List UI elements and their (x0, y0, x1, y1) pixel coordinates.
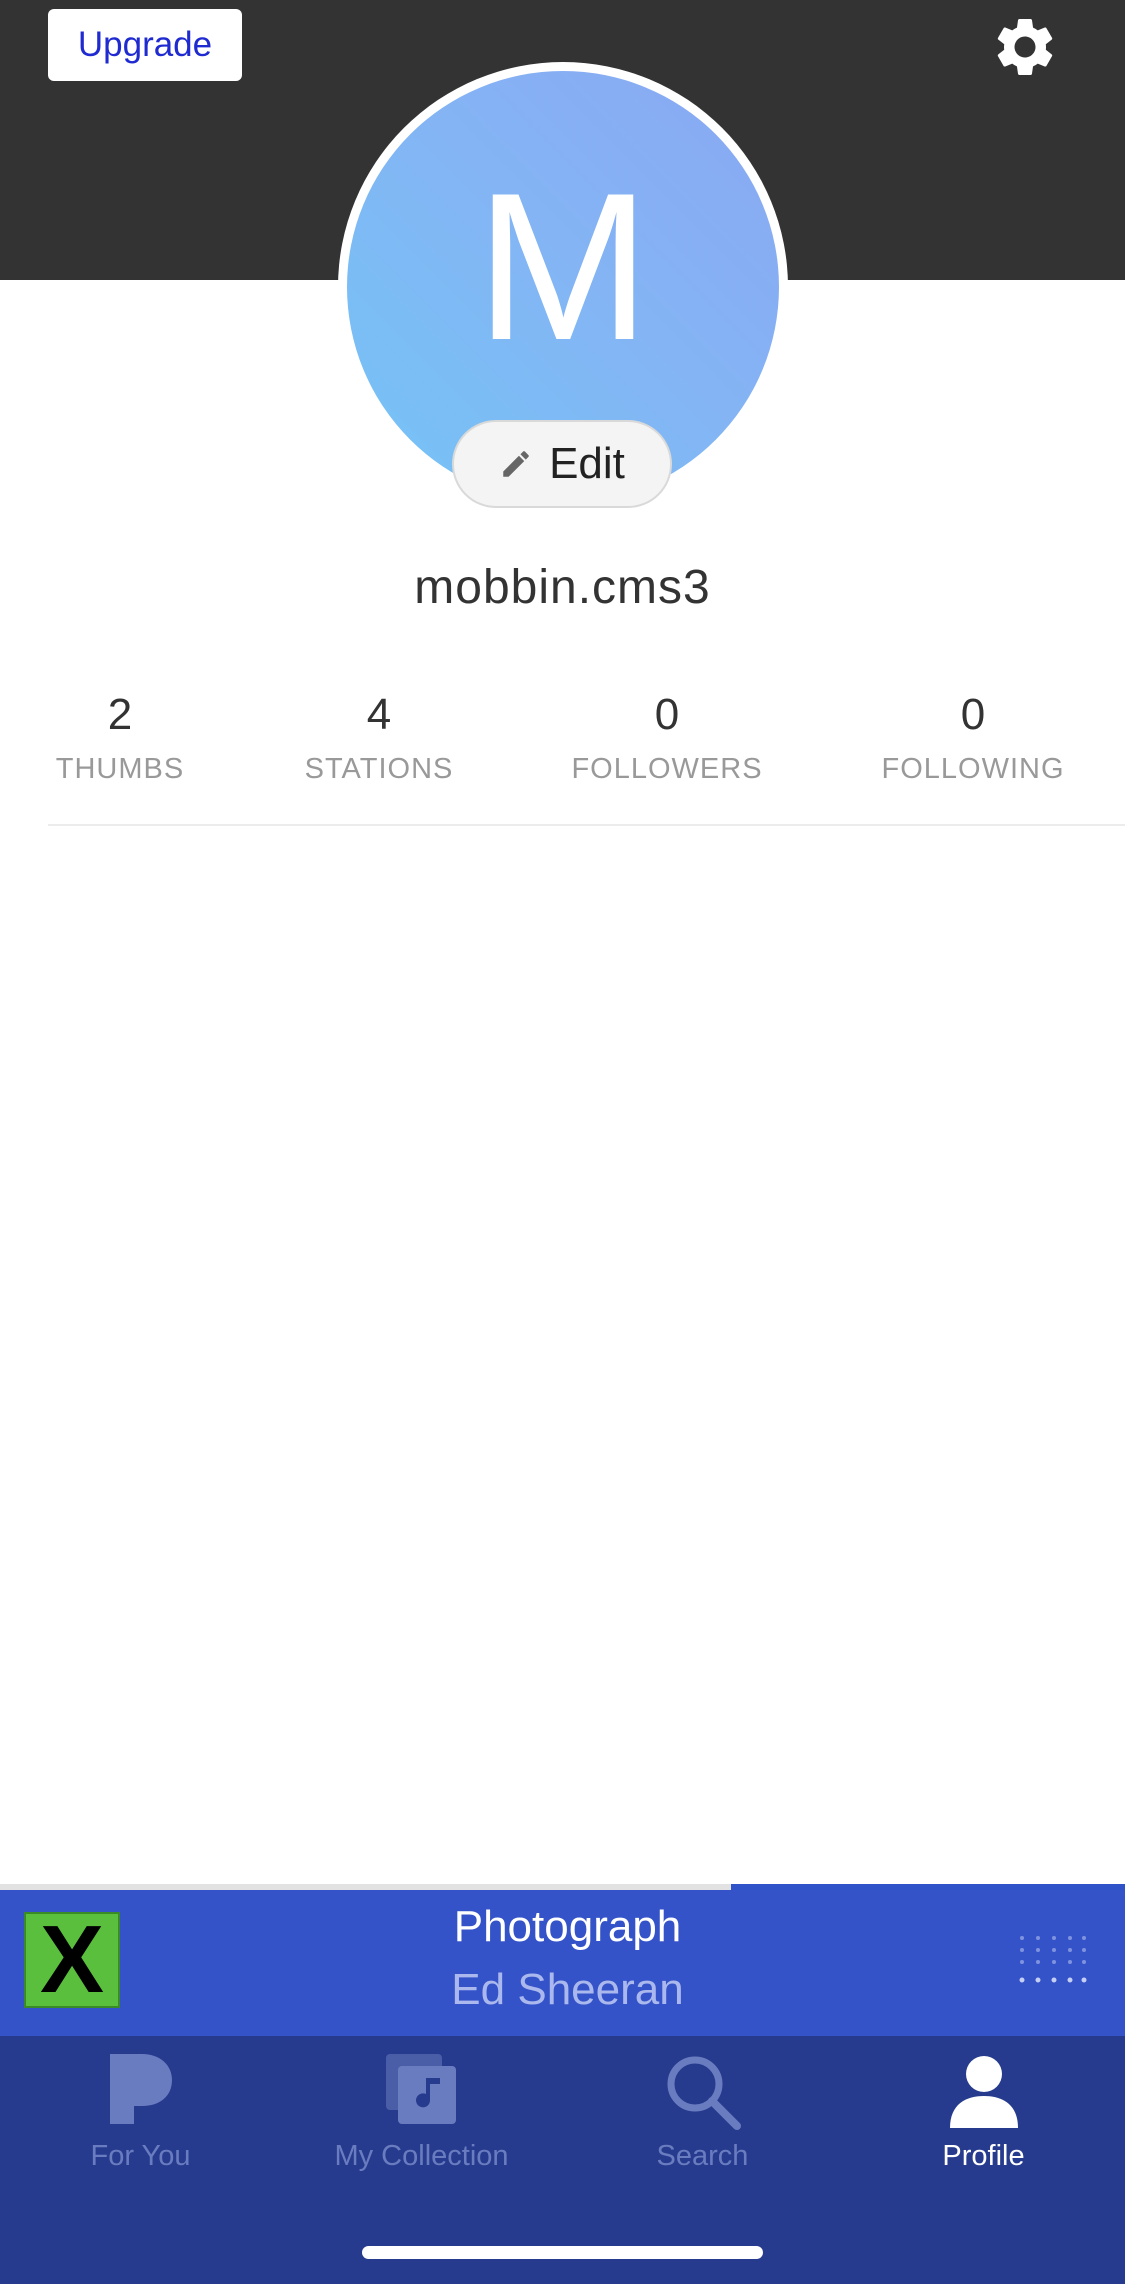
stat-label: STATIONS (304, 753, 454, 785)
stats-divider (48, 824, 1125, 826)
gear-icon[interactable] (990, 12, 1060, 82)
stat-following[interactable]: 0 FOLLOWING (843, 685, 1103, 786)
track-artist: Ed Sheeran (451, 1965, 684, 2014)
pencil-icon (503, 451, 529, 477)
stat-stations[interactable]: 4 STATIONS (249, 685, 509, 786)
profile-icon (949, 2056, 1018, 2128)
stat-label: FOLLOWERS (571, 753, 763, 785)
pandora-p-icon (109, 2054, 172, 2124)
stat-label: FOLLOWING (881, 753, 1065, 785)
stat-value: 4 (366, 690, 392, 739)
tab-profile[interactable]: Profile (843, 2036, 1124, 2206)
edit-profile-button[interactable]: Edit (452, 420, 672, 508)
tab-my-collection[interactable]: My Collection (281, 2036, 562, 2206)
stat-value: 2 (107, 690, 133, 739)
stat-thumbs[interactable]: 2 THUMBS (0, 685, 250, 786)
stat-followers[interactable]: 0 FOLLOWERS (537, 685, 797, 786)
upgrade-button[interactable]: Upgrade (48, 9, 242, 81)
stat-value: 0 (960, 690, 986, 739)
tab-search[interactable]: Search (562, 2036, 843, 2206)
username: mobbin.cms3 (414, 561, 711, 614)
stat-label: THUMBS (55, 753, 185, 785)
track-title: Photograph (453, 1902, 682, 1951)
search-icon (667, 2056, 741, 2130)
tab-bar: For You My Collection Search Profile (0, 2036, 1125, 2284)
now-playing-bar[interactable]: X Photograph Ed Sheeran (0, 1890, 1125, 2036)
tab-for-you[interactable]: For You (0, 2036, 281, 2206)
dots-menu-icon[interactable] (1018, 1932, 1088, 1992)
avatar-initial: M (475, 149, 651, 384)
tab-label: My Collection (334, 2140, 509, 2172)
tab-label: Search (656, 2140, 749, 2172)
tab-label: Profile (942, 2140, 1025, 2172)
home-indicator (362, 2246, 763, 2259)
edit-label: Edit (549, 439, 625, 488)
collection-icon (385, 2054, 456, 2124)
stat-value: 0 (654, 690, 680, 739)
tab-label: For You (90, 2140, 191, 2172)
